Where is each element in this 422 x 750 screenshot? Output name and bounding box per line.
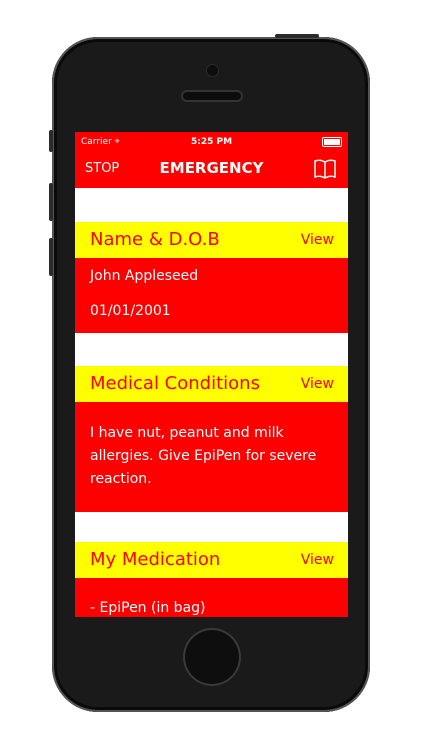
home-button[interactable] <box>183 628 241 686</box>
name-value: John Appleseed <box>90 268 199 284</box>
front-camera <box>207 65 218 76</box>
section-header-my-medication: My Medication View <box>75 542 348 578</box>
section-header-medical-conditions: Medical Conditions View <box>75 366 348 402</box>
app-screen: Carrier ⌖ 5:25 PM STOP EMERGENCY Name & … <box>75 132 348 617</box>
volume-up-button <box>49 183 53 221</box>
mute-switch <box>49 130 53 152</box>
status-time: 5:25 PM <box>190 137 233 147</box>
view-button[interactable]: View <box>301 552 334 568</box>
section-body-my-medication: - EpiPen (in bag) <box>75 578 348 617</box>
view-button[interactable]: View <box>301 376 334 392</box>
status-bar: Carrier ⌖ 5:25 PM <box>75 132 348 152</box>
book-icon[interactable] <box>314 158 336 180</box>
section-title: My Medication <box>90 549 221 570</box>
section-title: Medical Conditions <box>90 373 260 394</box>
nav-bar: STOP EMERGENCY <box>75 152 348 188</box>
section-body-name-dob: John Appleseed 01/01/2001 <box>75 258 348 333</box>
section-header-name-dob: Name & D.O.B View <box>75 222 348 258</box>
section-spacer <box>75 188 348 222</box>
power-button <box>275 34 319 38</box>
section-title: Name & D.O.B <box>90 229 220 250</box>
volume-down-button <box>49 238 53 276</box>
earpiece-speaker <box>183 92 241 100</box>
battery-icon <box>322 137 342 147</box>
view-button[interactable]: View <box>301 232 334 248</box>
section-spacer <box>75 512 348 542</box>
medication-item: - EpiPen (in bag) <box>90 600 206 616</box>
section-spacer <box>75 333 348 366</box>
conditions-text: I have nut, peanut and milk allergies. G… <box>90 425 317 487</box>
section-body-medical-conditions: I have nut, peanut and milk allergies. G… <box>75 402 348 512</box>
dob-value: 01/01/2001 <box>90 303 171 319</box>
page-title: EMERGENCY <box>159 159 264 177</box>
